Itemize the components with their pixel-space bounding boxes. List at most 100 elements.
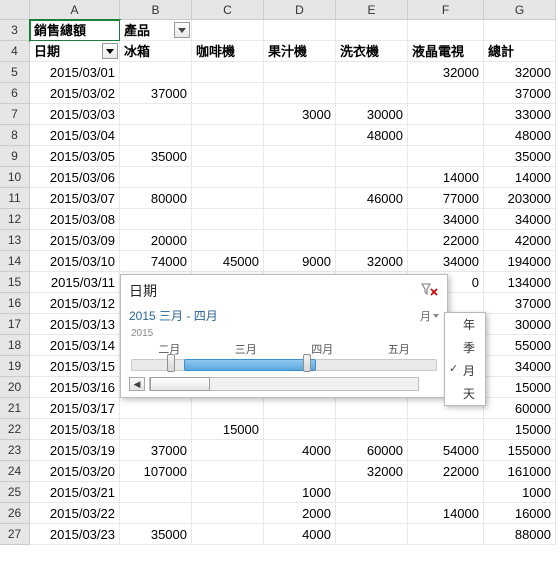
level-option-year[interactable]: 年 xyxy=(445,313,485,336)
value-cell[interactable]: 14000 xyxy=(408,503,484,524)
date-cell[interactable]: 2015/03/12 xyxy=(30,293,120,314)
date-cell[interactable]: 2015/03/20 xyxy=(30,461,120,482)
product-col[interactable]: 液晶電視 xyxy=(408,41,484,62)
value-cell[interactable]: 48000 xyxy=(484,125,556,146)
value-cell[interactable]: 37000 xyxy=(120,83,192,104)
value-cell[interactable]: 4000 xyxy=(264,440,336,461)
value-cell[interactable]: 194000 xyxy=(484,251,556,272)
date-cell[interactable]: 2015/03/11 xyxy=(30,272,120,293)
value-cell[interactable] xyxy=(264,461,336,482)
value-cell[interactable] xyxy=(264,167,336,188)
date-cell[interactable]: 2015/03/01 xyxy=(30,62,120,83)
timeline-month[interactable]: 五月 xyxy=(388,341,410,357)
value-cell[interactable] xyxy=(192,461,264,482)
date-cell[interactable]: 2015/03/09 xyxy=(30,230,120,251)
date-cell[interactable]: 2015/03/10 xyxy=(30,251,120,272)
row-header[interactable]: 21 xyxy=(0,398,30,419)
value-cell[interactable] xyxy=(336,482,408,503)
value-cell[interactable] xyxy=(192,503,264,524)
value-cell[interactable] xyxy=(120,503,192,524)
timeline-month[interactable]: 四月 xyxy=(311,341,333,357)
value-cell[interactable]: 60000 xyxy=(484,398,556,419)
value-cell[interactable]: 15000 xyxy=(192,419,264,440)
col-header-B[interactable]: B xyxy=(120,0,192,20)
date-cell[interactable]: 2015/03/04 xyxy=(30,125,120,146)
value-cell[interactable]: 30000 xyxy=(336,104,408,125)
value-cell[interactable]: 37000 xyxy=(120,440,192,461)
value-cell[interactable]: 32000 xyxy=(336,461,408,482)
value-cell[interactable] xyxy=(264,398,336,419)
date-cell[interactable]: 2015/03/23 xyxy=(30,524,120,545)
value-cell[interactable]: 16000 xyxy=(484,503,556,524)
cell[interactable] xyxy=(192,20,264,41)
value-cell[interactable]: 32000 xyxy=(484,62,556,83)
date-cell[interactable]: 2015/03/13 xyxy=(30,314,120,335)
value-cell[interactable]: 15000 xyxy=(484,377,556,398)
date-filter-button[interactable] xyxy=(102,43,118,59)
value-cell[interactable]: 155000 xyxy=(484,440,556,461)
value-cell[interactable]: 33000 xyxy=(484,104,556,125)
value-cell[interactable] xyxy=(336,83,408,104)
row-header[interactable]: 11 xyxy=(0,188,30,209)
value-cell[interactable] xyxy=(336,146,408,167)
value-cell[interactable] xyxy=(120,398,192,419)
value-cell[interactable]: 35000 xyxy=(484,146,556,167)
value-cell[interactable]: 161000 xyxy=(484,461,556,482)
timeline-month[interactable]: 三月 xyxy=(235,341,257,357)
timeline-level-menu[interactable]: 年 季 月 天 xyxy=(444,312,486,406)
date-header-cell[interactable]: 日期 xyxy=(30,41,120,62)
value-cell[interactable] xyxy=(336,398,408,419)
value-cell[interactable] xyxy=(336,167,408,188)
row-header[interactable]: 10 xyxy=(0,167,30,188)
value-cell[interactable] xyxy=(120,482,192,503)
value-cell[interactable]: 14000 xyxy=(484,167,556,188)
timeline-scrollbar-thumb[interactable] xyxy=(150,377,210,391)
value-cell[interactable] xyxy=(408,146,484,167)
date-cell[interactable]: 2015/03/15 xyxy=(30,356,120,377)
date-cell[interactable]: 2015/03/19 xyxy=(30,440,120,461)
value-cell[interactable] xyxy=(336,503,408,524)
value-cell[interactable] xyxy=(120,125,192,146)
value-cell[interactable] xyxy=(192,440,264,461)
value-cell[interactable]: 22000 xyxy=(408,461,484,482)
row-header[interactable]: 27 xyxy=(0,524,30,545)
value-cell[interactable] xyxy=(192,146,264,167)
value-cell[interactable]: 37000 xyxy=(484,83,556,104)
value-cell[interactable] xyxy=(336,524,408,545)
date-cell[interactable]: 2015/03/18 xyxy=(30,419,120,440)
value-cell[interactable] xyxy=(408,482,484,503)
value-cell[interactable] xyxy=(408,419,484,440)
value-cell[interactable] xyxy=(120,167,192,188)
row-header[interactable]: 9 xyxy=(0,146,30,167)
cell[interactable] xyxy=(484,20,556,41)
pivot-sum-label-cell[interactable]: 銷售總額 xyxy=(30,20,120,41)
row-header[interactable]: 13 xyxy=(0,230,30,251)
value-cell[interactable]: 20000 xyxy=(120,230,192,251)
value-cell[interactable] xyxy=(192,83,264,104)
product-filter-button[interactable] xyxy=(174,22,190,38)
date-cell[interactable]: 2015/03/07 xyxy=(30,188,120,209)
row-header[interactable]: 17 xyxy=(0,314,30,335)
value-cell[interactable] xyxy=(264,83,336,104)
date-cell[interactable]: 2015/03/08 xyxy=(30,209,120,230)
date-cell[interactable]: 2015/03/05 xyxy=(30,146,120,167)
value-cell[interactable]: 32000 xyxy=(336,251,408,272)
cell[interactable] xyxy=(336,20,408,41)
row-header[interactable]: 18 xyxy=(0,335,30,356)
row-header[interactable]: 22 xyxy=(0,419,30,440)
value-cell[interactable] xyxy=(336,230,408,251)
row-header[interactable]: 12 xyxy=(0,209,30,230)
value-cell[interactable] xyxy=(336,209,408,230)
row-header[interactable]: 14 xyxy=(0,251,30,272)
date-cell[interactable]: 2015/03/02 xyxy=(30,83,120,104)
date-cell[interactable]: 2015/03/22 xyxy=(30,503,120,524)
value-cell[interactable]: 9000 xyxy=(264,251,336,272)
level-option-day[interactable]: 天 xyxy=(445,382,485,405)
date-cell[interactable]: 2015/03/14 xyxy=(30,335,120,356)
product-col[interactable]: 冰箱 xyxy=(120,41,192,62)
timeline-scroll-left[interactable]: ◀ xyxy=(129,377,145,391)
date-cell[interactable]: 2015/03/06 xyxy=(30,167,120,188)
value-cell[interactable] xyxy=(120,104,192,125)
row-header[interactable]: 16 xyxy=(0,293,30,314)
value-cell[interactable]: 46000 xyxy=(336,188,408,209)
